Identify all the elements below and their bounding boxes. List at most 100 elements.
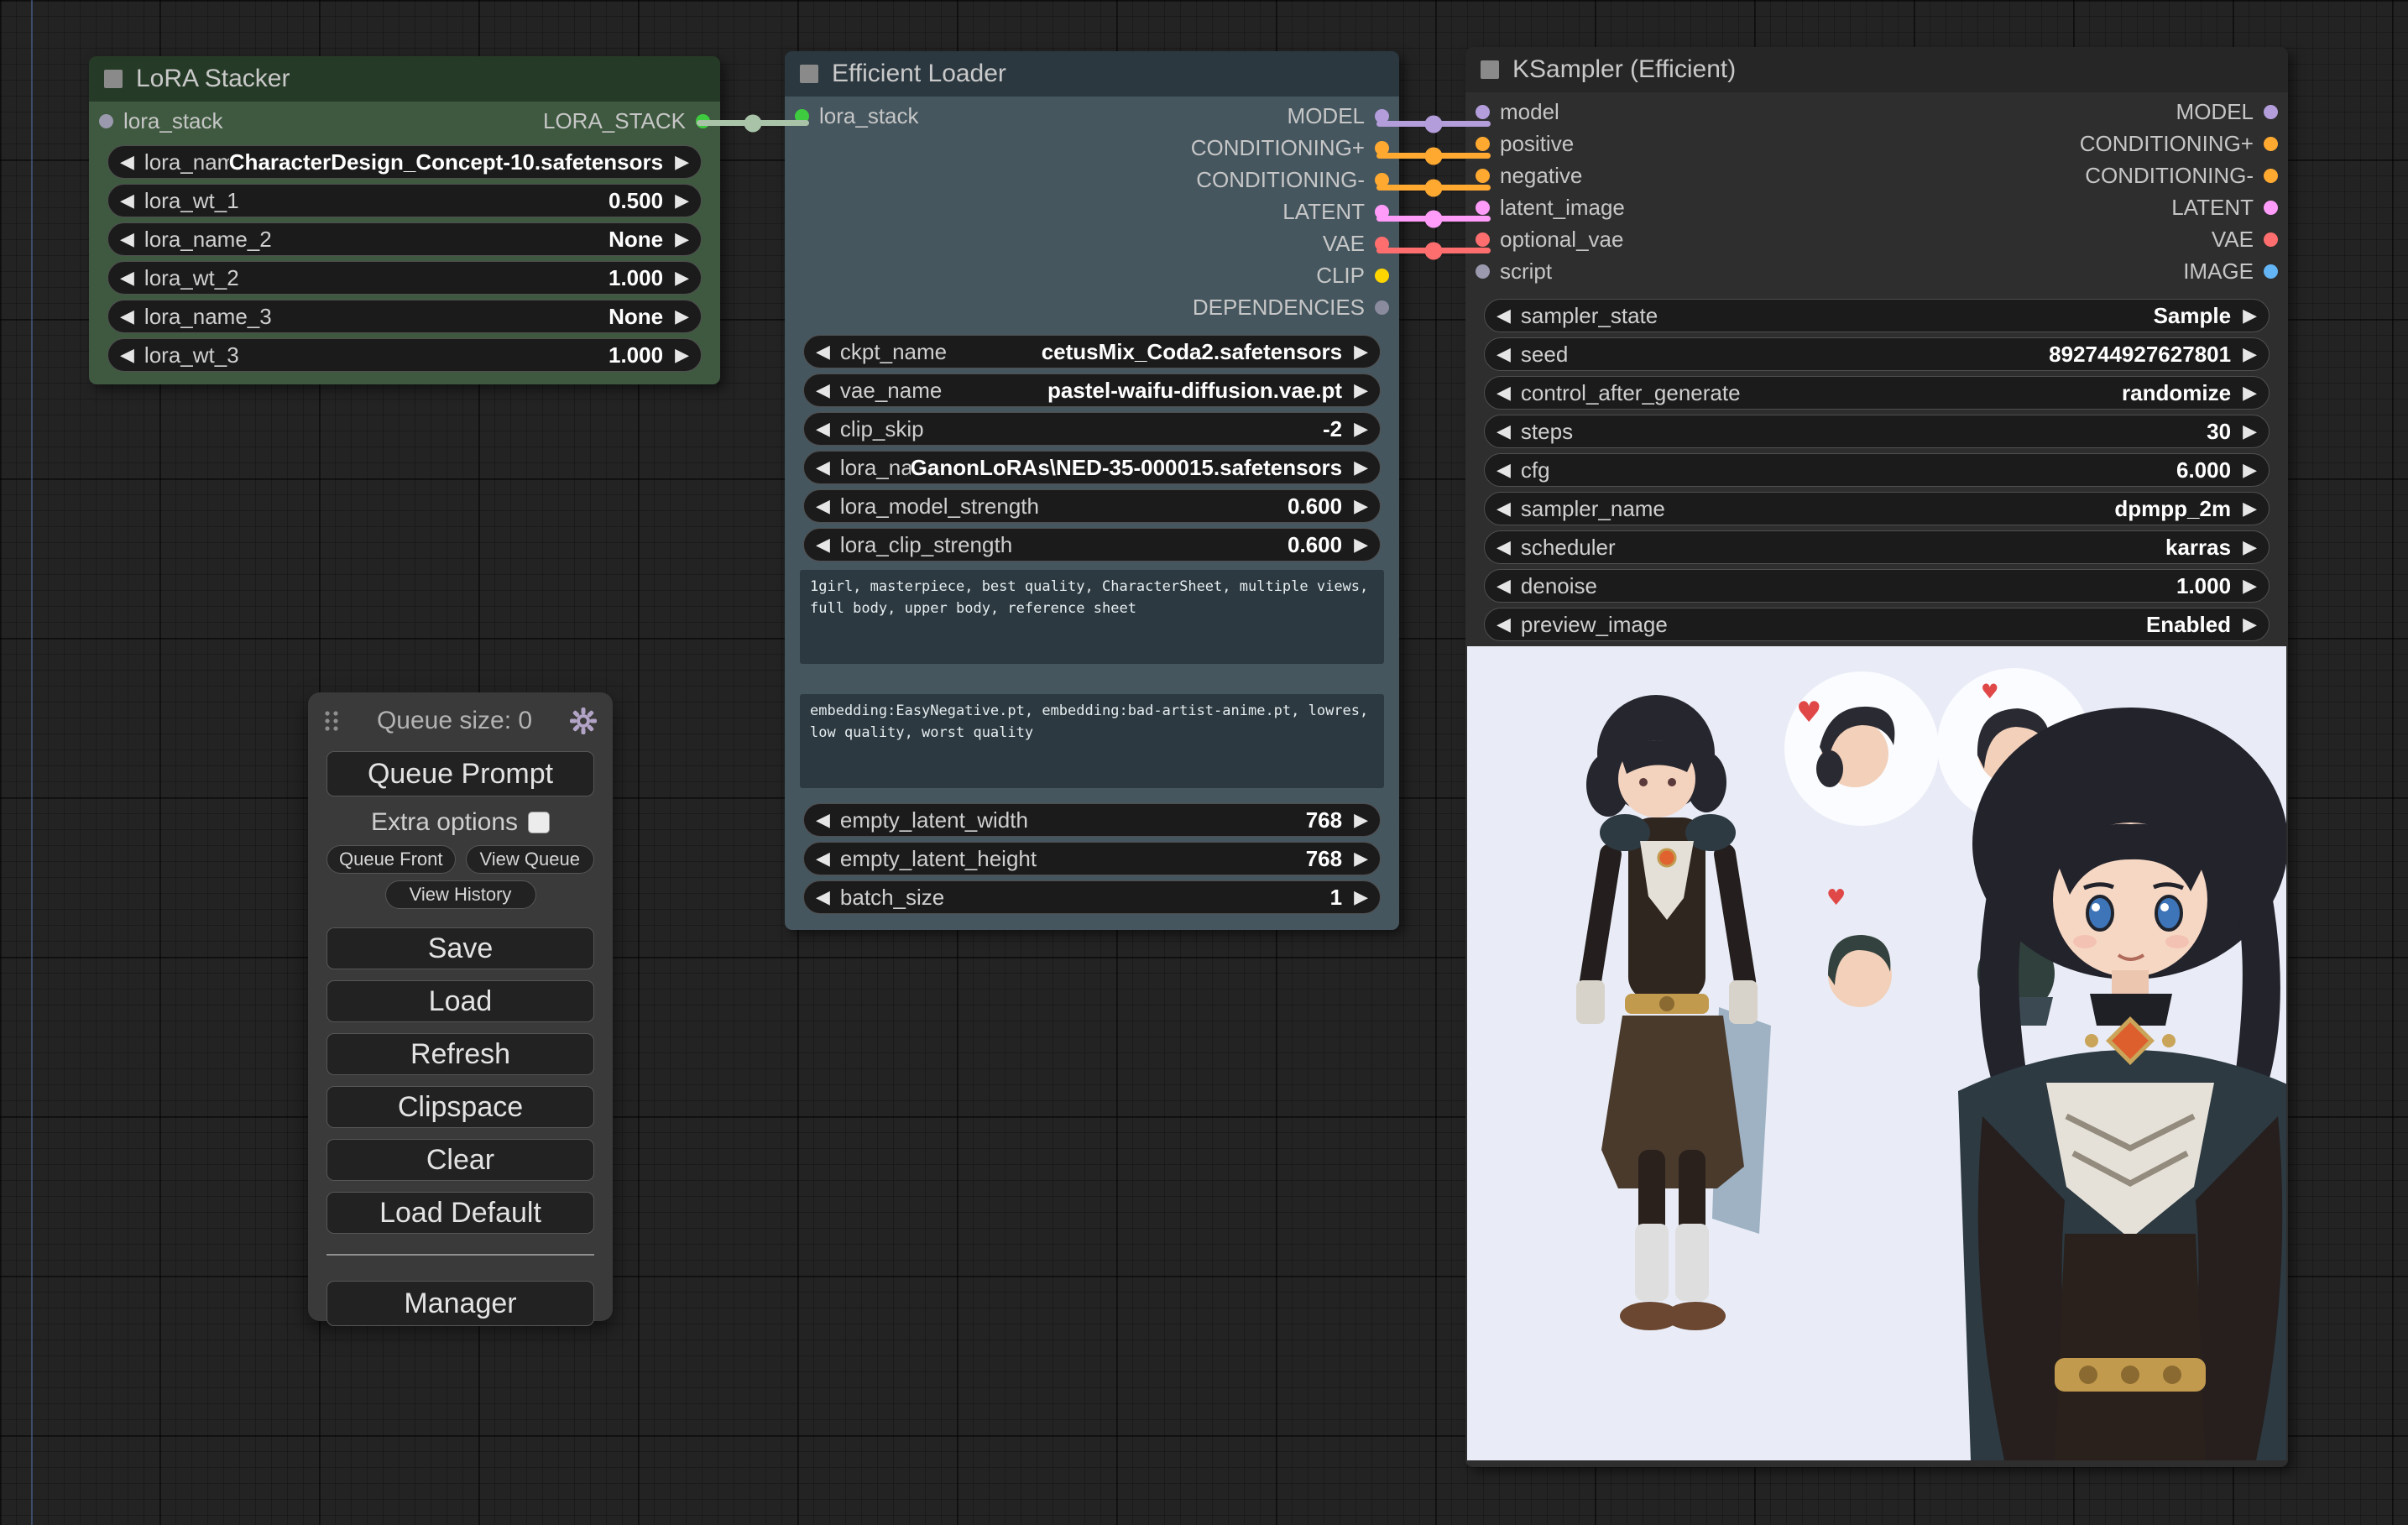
decrement-arrow-icon[interactable] <box>816 811 830 829</box>
decrement-arrow-icon[interactable] <box>1497 345 1511 363</box>
decrement-arrow-icon[interactable] <box>120 346 134 364</box>
widget-sampler-name[interactable]: sampler_name dpmpp_2m <box>1484 492 2270 525</box>
queue-front-button[interactable]: Queue Front <box>326 845 456 874</box>
clipspace-button[interactable]: Clipspace <box>326 1086 594 1128</box>
output-slot-image[interactable] <box>2264 264 2278 279</box>
increment-arrow-icon[interactable] <box>1354 535 1368 554</box>
node-efficient-loader[interactable]: Efficient Loader lora_stack MODEL CONDIT… <box>785 51 1399 930</box>
view-queue-button[interactable]: View Queue <box>466 845 595 874</box>
widget-lora-clip-strength[interactable]: lora_clip_strength 0.600 <box>803 528 1381 561</box>
widget-steps[interactable]: steps 30 <box>1484 415 2270 448</box>
output-slot-conditioning-plus[interactable] <box>2264 137 2278 151</box>
decrement-arrow-icon[interactable] <box>816 381 830 400</box>
widget-ckpt-name[interactable]: ckpt_name cetusMix_Coda2.safetensors <box>803 335 1381 368</box>
widget-lora-wt-1[interactable]: lora_wt_1 0.500 <box>107 184 702 217</box>
input-slot-negative[interactable] <box>1476 169 1490 183</box>
increment-arrow-icon[interactable] <box>675 230 689 248</box>
increment-arrow-icon[interactable] <box>1354 458 1368 477</box>
decrement-arrow-icon[interactable] <box>816 342 830 361</box>
increment-arrow-icon[interactable] <box>1354 381 1368 400</box>
widget-lora-name-2[interactable]: lora_name_2 None <box>107 222 702 256</box>
node-collapse-icon[interactable] <box>800 65 818 83</box>
negative-prompt-textarea[interactable]: embedding:EasyNegative.pt, embedding:bad… <box>800 694 1384 788</box>
node-header-efficient-loader[interactable]: Efficient Loader <box>785 51 1399 97</box>
save-button[interactable]: Save <box>326 927 594 969</box>
increment-arrow-icon[interactable] <box>675 153 689 171</box>
queue-menu-panel[interactable]: Queue size: 0 Queue Prompt Extra options <box>308 692 613 1321</box>
decrement-arrow-icon[interactable] <box>1497 577 1511 595</box>
decrement-arrow-icon[interactable] <box>816 497 830 515</box>
widget-lora-model-strength[interactable]: lora_model_strength 0.600 <box>803 489 1381 523</box>
decrement-arrow-icon[interactable] <box>1497 384 1511 402</box>
input-slot-script[interactable] <box>1476 264 1490 279</box>
widget-lora-name[interactable]: lora_name GanonLoRAs\NED-35-000015.safet… <box>803 451 1381 484</box>
increment-arrow-icon[interactable] <box>675 191 689 210</box>
decrement-arrow-icon[interactable] <box>120 230 134 248</box>
node-collapse-icon[interactable] <box>1481 60 1499 79</box>
widget-seed[interactable]: seed 892744927627801 <box>1484 337 2270 371</box>
widget-batch-size[interactable]: batch_size 1 <box>803 880 1381 914</box>
widget-lora-wt-2[interactable]: lora_wt_2 1.000 <box>107 261 702 295</box>
widget-control-after-generate[interactable]: control_after_generate randomize <box>1484 376 2270 410</box>
output-slot-latent[interactable] <box>2264 201 2278 215</box>
decrement-arrow-icon[interactable] <box>816 888 830 906</box>
widget-empty-latent-width[interactable]: empty_latent_width 768 <box>803 803 1381 837</box>
increment-arrow-icon[interactable] <box>1354 497 1368 515</box>
manager-button[interactable]: Manager <box>326 1281 594 1326</box>
widget-denoise[interactable]: denoise 1.000 <box>1484 569 2270 603</box>
node-lora-stacker[interactable]: LoRA Stacker lora_stack LORA_STACK lora_… <box>89 56 720 384</box>
extra-options-checkbox[interactable] <box>528 812 550 833</box>
input-slot-optional-vae[interactable] <box>1476 232 1490 247</box>
increment-arrow-icon[interactable] <box>2243 499 2257 518</box>
increment-arrow-icon[interactable] <box>2243 577 2257 595</box>
node-ksampler-efficient[interactable]: KSampler (Efficient) model MODEL positiv… <box>1465 47 2288 1467</box>
widget-vae-name[interactable]: vae_name pastel-waifu-diffusion.vae.pt <box>803 373 1381 407</box>
increment-arrow-icon[interactable] <box>2243 384 2257 402</box>
decrement-arrow-icon[interactable] <box>1497 499 1511 518</box>
refresh-button[interactable]: Refresh <box>326 1033 594 1075</box>
decrement-arrow-icon[interactable] <box>1497 306 1511 325</box>
widget-lora-name-1[interactable]: lora_name_1 CharacterDesign_Concept-10.s… <box>107 145 702 179</box>
increment-arrow-icon[interactable] <box>2243 615 2257 634</box>
decrement-arrow-icon[interactable] <box>1497 461 1511 479</box>
increment-arrow-icon[interactable] <box>675 269 689 287</box>
widget-sampler-state[interactable]: sampler_state Sample <box>1484 299 2270 332</box>
decrement-arrow-icon[interactable] <box>816 420 830 438</box>
increment-arrow-icon[interactable] <box>2243 461 2257 479</box>
output-slot-vae[interactable] <box>2264 232 2278 247</box>
increment-arrow-icon[interactable] <box>1354 342 1368 361</box>
node-graph-canvas[interactable]: LoRA Stacker lora_stack LORA_STACK lora_… <box>0 0 2408 1525</box>
widget-scheduler[interactable]: scheduler karras <box>1484 530 2270 564</box>
increment-arrow-icon[interactable] <box>675 307 689 326</box>
decrement-arrow-icon[interactable] <box>1497 422 1511 441</box>
increment-arrow-icon[interactable] <box>1354 888 1368 906</box>
increment-arrow-icon[interactable] <box>675 346 689 364</box>
decrement-arrow-icon[interactable] <box>816 458 830 477</box>
load-default-button[interactable]: Load Default <box>326 1192 594 1234</box>
input-slot-model[interactable] <box>1476 105 1490 119</box>
load-button[interactable]: Load <box>326 980 594 1022</box>
decrement-arrow-icon[interactable] <box>816 535 830 554</box>
increment-arrow-icon[interactable] <box>1354 849 1368 868</box>
increment-arrow-icon[interactable] <box>2243 345 2257 363</box>
increment-arrow-icon[interactable] <box>1354 420 1368 438</box>
widget-clip-skip[interactable]: clip_skip -2 <box>803 412 1381 446</box>
widget-lora-name-3[interactable]: lora_name_3 None <box>107 300 702 333</box>
input-slot-latent-image[interactable] <box>1476 201 1490 215</box>
decrement-arrow-icon[interactable] <box>120 153 134 171</box>
input-slot-lora-stack[interactable] <box>99 114 113 128</box>
increment-arrow-icon[interactable] <box>2243 422 2257 441</box>
view-history-button[interactable]: View History <box>385 880 536 909</box>
widget-lora-wt-3[interactable]: lora_wt_3 1.000 <box>107 338 702 372</box>
increment-arrow-icon[interactable] <box>2243 538 2257 556</box>
node-header-lora-stacker[interactable]: LoRA Stacker <box>89 56 720 102</box>
input-slot-positive[interactable] <box>1476 137 1490 151</box>
node-header-ksampler[interactable]: KSampler (Efficient) <box>1465 47 2288 92</box>
decrement-arrow-icon[interactable] <box>120 191 134 210</box>
widget-preview-image[interactable]: preview_image Enabled <box>1484 608 2270 641</box>
output-slot-clip[interactable] <box>1375 269 1389 283</box>
output-slot-model[interactable] <box>2264 105 2278 119</box>
output-slot-conditioning-minus[interactable] <box>2264 169 2278 183</box>
decrement-arrow-icon[interactable] <box>1497 615 1511 634</box>
widget-empty-latent-height[interactable]: empty_latent_height 768 <box>803 842 1381 875</box>
